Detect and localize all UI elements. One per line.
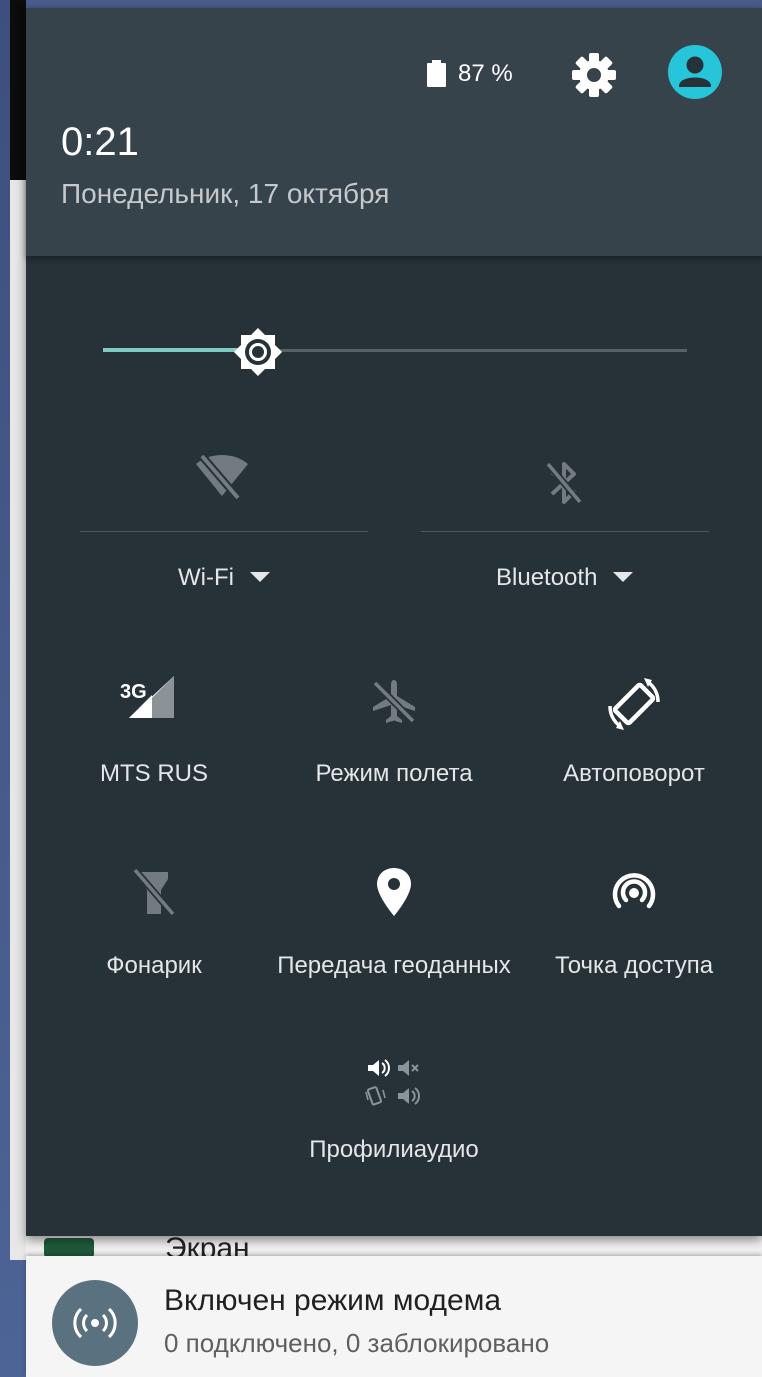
cellular-3g-icon: 3G — [120, 676, 174, 718]
tile-wifi-label: Wi-Fi — [178, 564, 234, 591]
audio-profiles-icon — [365, 1059, 420, 1106]
tile-hotspot[interactable]: Точка доступа — [514, 864, 754, 1014]
tile-bluetooth-dropdown[interactable]: Bluetooth — [496, 564, 634, 592]
date[interactable]: Понедельник, 17 октября — [61, 178, 389, 210]
background-app-panel — [10, 180, 26, 1260]
notification-icon-badge — [52, 1280, 138, 1366]
background-app-icon — [44, 1238, 94, 1258]
battery-percentage: 87 % — [458, 60, 513, 87]
hotspot-icon — [612, 873, 656, 909]
tile-location-label: Передача геоданных — [277, 952, 511, 979]
wifi-divider — [80, 531, 368, 532]
clock[interactable]: 0:21 — [61, 120, 139, 165]
airplane-off-icon — [372, 680, 416, 724]
bluetooth-off-icon — [545, 461, 583, 505]
location-pin-icon — [377, 868, 411, 916]
auto-rotate-icon — [608, 678, 660, 730]
tile-hotspot-label: Точка доступа — [554, 952, 714, 979]
tethering-icon — [73, 1307, 117, 1339]
tile-airplane-mode[interactable]: Режим полета — [274, 674, 514, 824]
tile-auto-rotate[interactable]: Автоповорот — [514, 674, 754, 824]
flashlight-off-icon — [132, 867, 176, 917]
tile-flashlight[interactable]: Фонарик — [34, 864, 274, 1014]
settings-button[interactable] — [564, 45, 624, 105]
tile-flashlight-label: Фонарик — [106, 952, 202, 979]
tile-mobile-data[interactable]: 3G MTS RUS — [34, 674, 274, 824]
tile-audio-profiles[interactable]: Профилиаудио — [274, 1048, 514, 1188]
tile-audio-profiles-label: Профилиаудио — [309, 1136, 479, 1163]
quick-settings-header: 87 % 0:21 Понедельник, 17 октября — [26, 8, 762, 256]
tile-location[interactable]: Передача геоданных — [274, 864, 514, 1014]
tile-mobile-data-label: MTS RUS — [100, 760, 208, 787]
notification-text: 0 подключено, 0 заблокировано — [164, 1328, 550, 1358]
wifi-off-icon — [196, 453, 248, 501]
tethering-notification[interactable]: Включен режим модема 0 подключено, 0 заб… — [26, 1256, 762, 1377]
tile-wifi-dropdown[interactable]: Wi-Fi — [178, 564, 270, 592]
chevron-down-icon — [249, 571, 270, 582]
brightness-slider[interactable] — [103, 326, 687, 377]
bluetooth-divider — [421, 531, 709, 532]
brightness-thumb[interactable] — [230, 324, 286, 380]
quick-settings-panel: 87 % 0:21 Понедельник, 17 октября Wi-Fi … — [26, 8, 762, 1236]
tile-airplane-mode-label: Режим полета — [315, 760, 473, 787]
cellular-badge: 3G — [120, 681, 147, 703]
tile-auto-rotate-label: Автоповорот — [563, 760, 705, 787]
user-avatar-button[interactable] — [668, 45, 722, 99]
tile-bluetooth-label: Bluetooth — [496, 564, 598, 591]
notification-title: Включен режим модема — [164, 1284, 502, 1317]
background-app-edge — [10, 0, 26, 180]
chevron-down-icon — [613, 571, 634, 582]
